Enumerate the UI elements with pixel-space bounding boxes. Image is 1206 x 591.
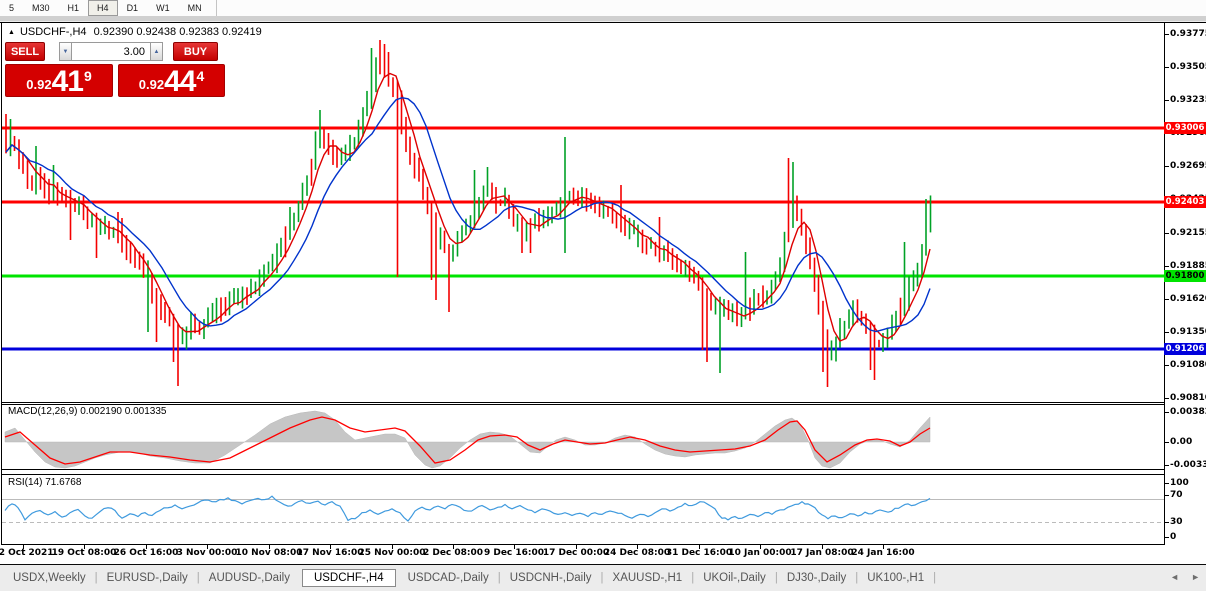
toolbar-divider: [0, 16, 1206, 22]
sell-price-prefix: 0.92: [26, 77, 51, 92]
toolbar-separator: [216, 0, 217, 16]
macd-axis-label: 0.00382: [1170, 407, 1206, 417]
time-axis-label: 10 Jan 00:00: [728, 548, 791, 558]
price-tick-label: 0.90810: [1170, 393, 1206, 403]
timeframe-button-H4[interactable]: H4: [88, 0, 118, 16]
timeframe-button-M30[interactable]: M30: [23, 0, 59, 16]
time-axis-label: 24 Jan 16:00: [851, 548, 914, 558]
tab-separator: |: [933, 572, 936, 584]
rsi-axis-label: 0: [1170, 532, 1176, 542]
macd-indicator-label: MACD(12,26,9) 0.002190 0.001335: [8, 406, 166, 417]
price-level-tag: 0.93006: [1164, 122, 1206, 134]
sell-button[interactable]: SELL: [5, 42, 45, 61]
symbol-tab-xauusd-h1[interactable]: XAUUSD-,H1: [604, 572, 692, 584]
timeframe-button-H1[interactable]: H1: [59, 0, 89, 16]
timeframe-button-MN[interactable]: MN: [179, 0, 211, 16]
symbol-tab-uk100-h1[interactable]: UK100-,H1: [858, 572, 933, 584]
volume-decrease-button[interactable]: ▼: [59, 42, 72, 61]
time-axis-label: 31 Dec 16:00: [666, 548, 732, 558]
tab-scroll-arrows: ◄ ►: [1170, 572, 1200, 582]
symbol-tab-usdcad-daily[interactable]: USDCAD-,Daily: [399, 572, 498, 584]
time-axis-label: 19 Oct 08:00: [52, 548, 117, 558]
price-level-tag: 0.91206: [1164, 343, 1206, 355]
sell-price-big: 41: [52, 69, 83, 94]
time-axis-label: 2 Dec 08:00: [423, 548, 483, 558]
price-tick-label: 0.93505: [1170, 62, 1206, 72]
collapse-chart-icon[interactable]: ▲: [8, 29, 15, 36]
chart-title: ▲ USDCHF-,H4 0.92390 0.92438 0.92383 0.924…: [8, 26, 262, 38]
price-tick-label: 0.92695: [1170, 161, 1206, 171]
timeframe-toolbar: 5M30H1H4D1W1MN: [0, 0, 1206, 16]
price-tick-label: 0.92155: [1170, 228, 1206, 238]
buy-price-box[interactable]: 0.92444: [118, 64, 225, 97]
macd-pane[interactable]: [2, 404, 1164, 469]
symbol-tab-usdcnh-daily[interactable]: USDCNH-,Daily: [501, 572, 601, 584]
symbol-tab-audusd-daily[interactable]: AUDUSD-,Daily: [200, 572, 299, 584]
tab-scroll-left-icon[interactable]: ◄: [1170, 572, 1179, 582]
buy-price-pip: 4: [196, 68, 204, 84]
tab-scroll-right-icon[interactable]: ►: [1191, 572, 1200, 582]
macd-axis-label: 0.00: [1170, 437, 1192, 447]
symbol-tab-bar: USDX,Weekly|EURUSD-,Daily|AUDUSD-,DailyU…: [0, 564, 1206, 591]
time-axis-label: 9 Dec 16:00: [484, 548, 544, 558]
time-axis-label: 26 Oct 16:00: [114, 548, 179, 558]
price-tick-label: 0.93775: [1170, 29, 1206, 39]
symbol-tab-eurusd-daily[interactable]: EURUSD-,Daily: [98, 572, 197, 584]
symbol-tab-dj30-daily[interactable]: DJ30-,Daily: [778, 572, 855, 584]
timeframe-button-W1[interactable]: W1: [147, 0, 179, 16]
symbol-period-label: USDCHF-,H4: [20, 26, 87, 38]
ohlc-values: 0.92390 0.92438 0.92383 0.92419: [94, 26, 262, 38]
price-level-tag: 0.91800: [1164, 270, 1206, 282]
buy-button[interactable]: BUY: [173, 42, 218, 61]
mt4-terminal-window: 5M30H1H4D1W1MN ▲ USDCHF-,H4 0.92390 0.9243…: [0, 0, 1206, 591]
time-axis-label: 12 Oct 2021: [0, 548, 54, 558]
macd-axis-label: -0.0033: [1170, 460, 1206, 470]
buy-price-big: 44: [164, 69, 195, 94]
price-tick-label: 0.91080: [1170, 360, 1206, 370]
volume-increase-button[interactable]: ▲: [150, 42, 163, 61]
time-axis-label: 25 Nov 00:00: [358, 548, 425, 558]
rsi-axis-label: 100: [1170, 478, 1189, 488]
time-axis-label: 17 Nov 16:00: [296, 548, 363, 558]
timeframe-button-D1[interactable]: D1: [118, 0, 148, 16]
rsi-axis-label: 70: [1170, 490, 1183, 500]
time-axis-label: 24 Dec 08:00: [604, 548, 670, 558]
price-tick-label: 0.93235: [1170, 95, 1206, 105]
rsi-indicator-label: RSI(14) 71.6768: [8, 477, 81, 488]
one-click-trading-widget: SELL ▼ ▲ BUY 0.92419 0.92444: [5, 42, 225, 97]
rsi-pane[interactable]: [2, 474, 1164, 544]
price-tick-label: 0.91620: [1170, 294, 1206, 304]
price-level-tag: 0.92403: [1164, 196, 1206, 208]
time-axis-label: 17 Dec 00:00: [543, 548, 609, 558]
rsi-axis-label: 30: [1170, 517, 1183, 527]
sell-price-pip: 9: [84, 68, 92, 84]
timeframe-button-5[interactable]: 5: [0, 0, 23, 16]
symbol-tab-usdchf-h4[interactable]: USDCHF-,H4: [302, 569, 396, 587]
buy-price-prefix: 0.92: [139, 77, 164, 92]
price-tick-label: 0.91350: [1170, 327, 1206, 337]
symbol-tab-ukoil-daily[interactable]: UKOil-,Daily: [694, 572, 775, 584]
volume-input[interactable]: [72, 42, 150, 61]
time-axis-label: 10 Nov 08:00: [235, 548, 302, 558]
time-axis-label: 17 Jan 08:00: [790, 548, 853, 558]
sell-price-box[interactable]: 0.92419: [5, 64, 113, 97]
time-axis-label: 3 Nov 00:00: [177, 548, 238, 558]
symbol-tab-usdx-weekly[interactable]: USDX,Weekly: [4, 572, 95, 584]
